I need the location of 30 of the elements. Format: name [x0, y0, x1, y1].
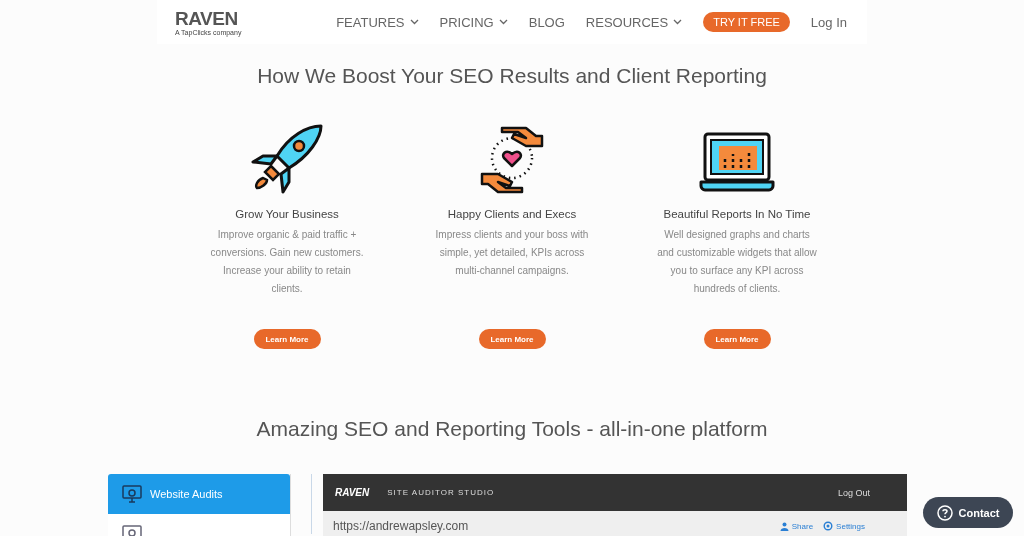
- feature-title: Grow Your Business: [235, 208, 339, 220]
- feature-description: Impress clients and your boss with simple, yet detailed, KPIs across multi-channel campaigns.: [434, 228, 590, 278]
- nav-link[interactable]: RESOURCES: [585, 14, 683, 30]
- section-title: How We Boost Your SEO Results and Client Reporting: [256, 64, 768, 88]
- person-icon: [779, 521, 789, 531]
- try-free-button[interactable]: TRY IT FREE: [703, 12, 790, 32]
- url-text: https://andrewapsley.com: [333, 519, 470, 533]
- learn-more-button[interactable]: Learn More: [703, 329, 771, 349]
- feature-description: Well designed graphs and charts and customizable widgets that allow you to surface any KPI across hundreds of clients.: [657, 228, 817, 296]
- contact-button[interactable]: Contact: [923, 497, 1013, 528]
- login-link[interactable]: Log In: [810, 14, 847, 30]
- feature-title: Happy Clients and Execs: [447, 208, 577, 220]
- nav-link[interactable]: FEATURES: [336, 14, 419, 30]
- nav-link[interactable]: PRICING: [439, 14, 508, 30]
- section-title: Amazing SEO and Reporting Tools - all-in-one platform: [255, 417, 769, 441]
- logo: RAVEN: [335, 487, 370, 498]
- nav-link[interactable]: BLOG: [528, 14, 565, 30]
- learn-more-button[interactable]: Learn More: [478, 329, 546, 349]
- app-title: SITE AUDITOR STUDIO: [387, 488, 495, 497]
- action-link[interactable]: Share: [779, 521, 814, 531]
- settings-icon: [823, 521, 834, 531]
- learn-more-button[interactable]: Learn More: [253, 329, 321, 349]
- feature-title: Beautiful Reports In No Time: [663, 208, 811, 220]
- feature-description: Improve organic & paid traffic + conversions. Gain new customers. Increase your ability to retain clients.: [209, 228, 365, 296]
- help-icon: [936, 504, 953, 521]
- action-link[interactable]: Settings: [823, 521, 865, 531]
- monitor-icon: [122, 485, 142, 503]
- sidebar-item[interactable]: Website Audits: [108, 474, 290, 514]
- rocket-icon: [249, 124, 325, 196]
- logout-link[interactable]: Log Out: [837, 487, 870, 498]
